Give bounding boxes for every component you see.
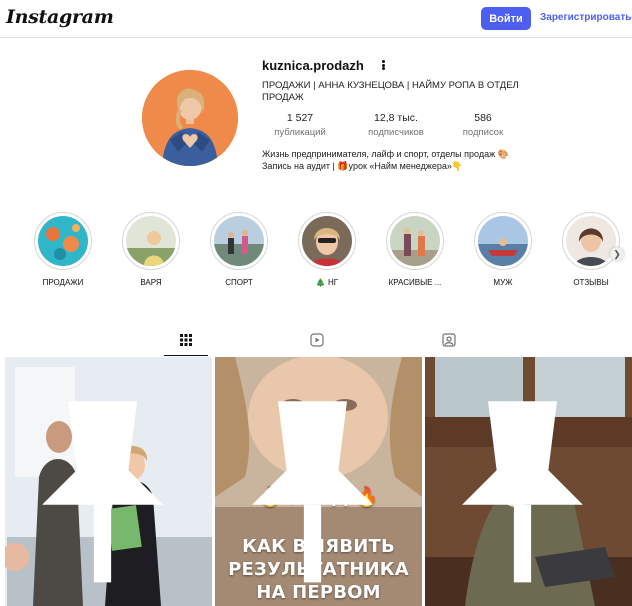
signup-link[interactable]: Зарегистрироваться xyxy=(540,12,632,23)
highlight-krasivye[interactable]: КРАСИВЫЕ ... xyxy=(378,212,452,287)
login-button[interactable]: Войти xyxy=(481,7,531,30)
profile-username: kuznica.prodazh xyxy=(262,58,364,73)
pinned-icon xyxy=(462,401,583,583)
highlight-cover xyxy=(566,216,616,266)
stat-following-value: 586 xyxy=(474,112,492,124)
highlight-ng[interactable]: 🎄 НГ xyxy=(290,212,364,287)
highlight-label: СПОРТ xyxy=(225,278,253,287)
profile-bio: Жизнь предпринимателя, лайф и спорт, отд… xyxy=(262,148,522,172)
highlight-varya[interactable]: ВАРЯ xyxy=(114,212,188,287)
stat-following[interactable]: 586 подписок xyxy=(456,112,510,138)
stat-followers-label: подписчиков xyxy=(368,127,424,138)
highlight-prodazhi[interactable]: ПРОДАЖИ xyxy=(26,212,100,287)
highlight-label: ОТЗЫВЫ xyxy=(573,278,609,287)
post-1[interactable] xyxy=(5,357,212,606)
grid-icon xyxy=(180,334,192,346)
story-highlights: ПРОДАЖИ ВАРЯ СПОРТ 🎄 НГ КРАСИВЫЕ ... МУЖ xyxy=(0,212,632,292)
highlight-cover xyxy=(390,216,440,266)
highlight-label: ПРОДАЖИ xyxy=(42,278,84,287)
bio-line-1: Жизнь предпринимателя, лайф и спорт, отд… xyxy=(262,149,509,159)
tab-posts[interactable] xyxy=(164,324,208,356)
stat-followers[interactable]: 12,8 тыс. подписчиков xyxy=(362,112,430,138)
highlights-next-icon[interactable]: ❯ xyxy=(610,247,624,261)
reels-icon xyxy=(310,333,324,347)
highlight-label: МУЖ xyxy=(493,278,513,287)
bio-line-2: Запись на аудит | 🎁урок «Найм менеджера»… xyxy=(262,161,464,171)
highlight-label: 🎄 НГ xyxy=(315,278,339,287)
pinned-icon xyxy=(42,401,163,583)
highlight-muzh[interactable]: МУЖ xyxy=(466,212,540,287)
profile-tabs xyxy=(0,324,632,356)
stat-followers-value: 12,8 тыс. xyxy=(374,112,418,124)
pinned-icon xyxy=(252,401,373,583)
highlight-label: ВАРЯ xyxy=(140,278,162,287)
top-bar: Instagram Войти Зарегистрироваться xyxy=(0,0,632,38)
stat-following-label: подписок xyxy=(462,127,504,138)
tab-tagged[interactable] xyxy=(427,324,471,356)
active-tab-indicator xyxy=(164,355,208,356)
more-options-icon[interactable] xyxy=(378,58,388,72)
highlight-cover xyxy=(126,216,176,266)
tagged-icon xyxy=(442,333,456,347)
profile-title: ПРОДАЖИ | АННА КУЗНЕЦОВА | НАЙМУ РОПА В … xyxy=(262,80,519,103)
post-2[interactable]: 🔥 ГАЙД 🔥 КАК ВЫЯВИТЬ РЕЗУЛЬТАТНИКА НА ПЕ… xyxy=(215,357,422,606)
highlight-cover xyxy=(478,216,528,266)
highlight-cover xyxy=(38,216,88,266)
highlight-cover xyxy=(214,216,264,266)
profile-avatar[interactable] xyxy=(142,70,238,166)
stat-posts-value: 1 527 xyxy=(286,112,314,124)
highlight-sport[interactable]: СПОРТ xyxy=(202,212,276,287)
stat-posts-label: публикаций xyxy=(274,127,326,138)
posts-grid: 🔥 ГАЙД 🔥 КАК ВЫЯВИТЬ РЕЗУЛЬТАТНИКА НА ПЕ… xyxy=(5,357,632,606)
highlight-label: КРАСИВЫЕ ... xyxy=(388,278,442,287)
tab-reels[interactable] xyxy=(295,324,339,356)
stat-posts: 1 527 публикаций xyxy=(270,112,330,138)
post-3[interactable] xyxy=(425,357,632,606)
highlight-cover xyxy=(302,216,352,266)
instagram-logo[interactable]: Instagram xyxy=(6,6,114,28)
